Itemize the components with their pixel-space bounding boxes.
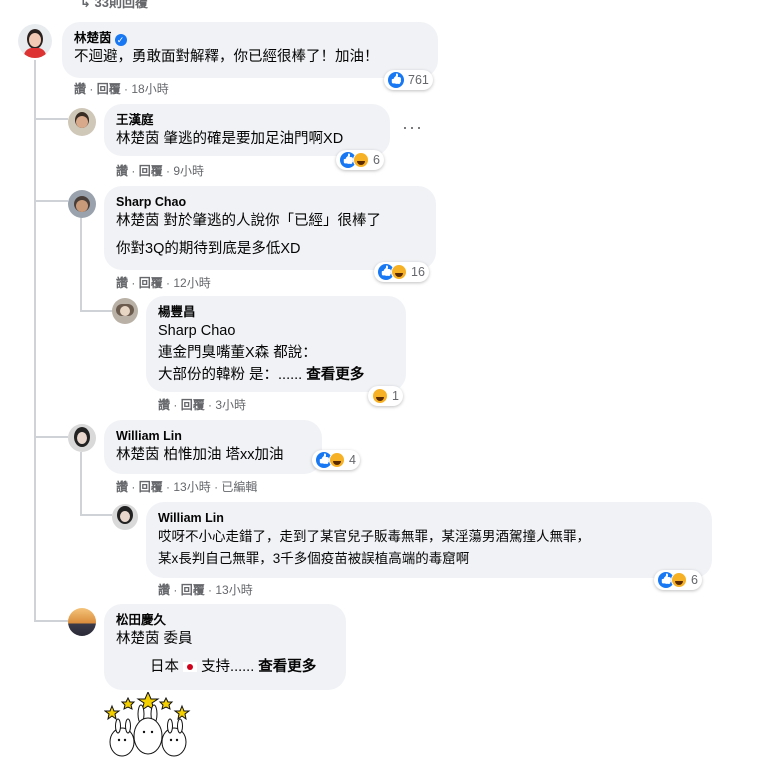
reaction-summary[interactable]: 1 — [368, 386, 403, 406]
haha-reaction-icon — [353, 152, 369, 168]
haha-reaction-icon — [372, 388, 388, 404]
comment-text: 你對3Q的期待到底是多低XD — [116, 241, 301, 257]
thread-connector — [34, 436, 68, 438]
comment-meta: 讚 · 回覆 · 13小時 — [158, 583, 253, 597]
comment-author[interactable]: 王漢庭 — [116, 112, 378, 128]
see-more-link[interactable]: 查看更多 — [258, 659, 316, 675]
like-button[interactable]: 讚 — [158, 583, 170, 597]
comment-text: 哎呀不小心走錯了，走到了某官兒子販毒無罪，某淫蕩男酒駕撞人無罪， — [158, 529, 590, 544]
comment-bubble: William Lin 哎呀不小心走錯了，走到了某官兒子販毒無罪，某淫蕩男酒駕撞… — [146, 502, 712, 578]
comment-meta: 讚 · 回覆 · 18小時 — [74, 82, 169, 96]
bunny-sticker-icon — [103, 690, 191, 757]
comment-author[interactable]: 林楚茵 — [74, 31, 112, 45]
avatar[interactable] — [68, 608, 96, 636]
reply-button[interactable]: 回覆 — [181, 583, 205, 597]
avatar[interactable] — [68, 108, 96, 136]
reaction-summary[interactable]: 6 — [336, 150, 384, 170]
comment-bubble: 松田慶久 林楚茵 委員 日本 支持...... 查看更多 — [104, 604, 346, 690]
reply-button[interactable]: 回覆 — [139, 480, 163, 494]
haha-reaction-icon — [329, 452, 345, 468]
thread-line-main — [34, 60, 36, 622]
like-reaction-icon — [388, 72, 404, 88]
comment-bubble: William Lin 林楚茵 柏惟加油 塔xx加油 — [104, 420, 322, 474]
comment-author[interactable]: William Lin — [158, 510, 700, 526]
comment-author[interactable]: Sharp Chao — [116, 194, 424, 210]
like-button[interactable]: 讚 — [116, 164, 128, 178]
avatar[interactable] — [112, 504, 138, 530]
comment-meta: 讚 · 回覆 · 12小時 — [116, 276, 211, 290]
avatar[interactable] — [68, 424, 96, 452]
avatar[interactable] — [112, 298, 138, 324]
comment-text: 林楚茵 柏惟加油 塔xx加油 — [116, 447, 284, 463]
comment-bubble: 楊豐昌 Sharp Chao 連金門臭嘴董X森 都說： 大部份的韓粉 是：...… — [146, 296, 406, 392]
reply-button[interactable]: 回覆 — [97, 82, 121, 96]
verified-badge-icon: ✓ — [114, 34, 127, 46]
comment-meta: 讚 · 回覆 · 3小時 — [158, 398, 247, 412]
timestamp[interactable]: 13小時 — [215, 583, 252, 597]
comment-text: 林楚茵 對於肇逃的人說你「已經」很棒了 — [116, 213, 382, 229]
like-button[interactable]: 讚 — [116, 480, 128, 494]
sticker — [103, 690, 192, 762]
thread-connector — [80, 514, 112, 516]
comment-author[interactable]: William Lin — [116, 428, 310, 444]
comment-author[interactable]: 楊豐昌 — [158, 304, 394, 320]
avatar[interactable] — [68, 190, 96, 218]
like-button[interactable]: 讚 — [116, 276, 128, 290]
comment-bubble: 林楚茵 ✓ 不迴避，勇敢面對解釋，你已經很棒了！加油！ — [62, 22, 438, 78]
timestamp[interactable]: 3小時 — [215, 398, 246, 412]
comment-text: 連金門臭嘴董X森 都說： — [158, 345, 317, 361]
haha-reaction-icon — [671, 572, 687, 588]
reply-button[interactable]: 回覆 — [139, 276, 163, 290]
haha-reaction-icon — [391, 264, 407, 280]
comment-text: 大部份的韓粉 是：...... — [158, 367, 303, 383]
comment-text: 某x長判自己無罪，3千多個疫苗被誤植高端的毒窟啊 — [158, 551, 470, 566]
reaction-summary[interactable]: 761 — [384, 70, 433, 90]
timestamp[interactable]: 18小時 — [131, 82, 168, 96]
reply-button[interactable]: 回覆 — [139, 164, 163, 178]
comment-text: 林楚茵 委員 — [116, 631, 193, 647]
reply-arrow-icon: ↳ — [80, 0, 95, 10]
avatar[interactable] — [18, 24, 52, 58]
comment-text: 支持...... — [201, 659, 255, 675]
comment-text: Sharp Chao — [158, 323, 236, 339]
reaction-summary[interactable]: 4 — [312, 450, 360, 470]
thread-line-sub — [80, 452, 82, 514]
thread-connector — [34, 200, 68, 202]
thread-connector — [34, 118, 68, 120]
comment-text: 林楚茵 肇逃的確是要加足油門啊XD — [116, 131, 344, 147]
more-options-icon[interactable]: ··· — [402, 118, 423, 136]
timestamp[interactable]: 13小時 — [173, 480, 210, 494]
replies-link[interactable]: ↳ 33則回覆 — [80, 0, 148, 11]
comment-bubble: Sharp Chao 林楚茵 對於肇逃的人說你「已經」很棒了 你對3Q的期待到底… — [104, 186, 436, 270]
thread-connector — [80, 310, 112, 312]
comment-text: 不迴避，勇敢面對解釋，你已經很棒了！加油！ — [74, 49, 379, 65]
reaction-summary[interactable]: 6 — [654, 570, 702, 590]
reply-button[interactable]: 回覆 — [181, 398, 205, 412]
see-more-link[interactable]: 查看更多 — [306, 367, 364, 383]
reaction-summary[interactable]: 16 — [374, 262, 429, 282]
comment-text: 日本 — [150, 659, 179, 675]
thread-connector — [34, 620, 68, 622]
comment-author[interactable]: 松田慶久 — [116, 612, 334, 628]
timestamp[interactable]: 9小時 — [173, 164, 204, 178]
like-button[interactable]: 讚 — [74, 82, 86, 96]
timestamp[interactable]: 12小時 — [173, 276, 210, 290]
comment-meta: 讚 · 回覆 · 9小時 — [116, 164, 205, 178]
japan-flag-icon — [183, 662, 198, 672]
like-button[interactable]: 讚 — [158, 398, 170, 412]
comment-meta: 讚 · 回覆 · 13小時 · 已編輯 — [116, 480, 258, 494]
comment-bubble: 王漢庭 林楚茵 肇逃的確是要加足油門啊XD — [104, 104, 390, 156]
edited-label[interactable]: 已編輯 — [221, 480, 257, 494]
thread-line-sub — [80, 214, 82, 310]
